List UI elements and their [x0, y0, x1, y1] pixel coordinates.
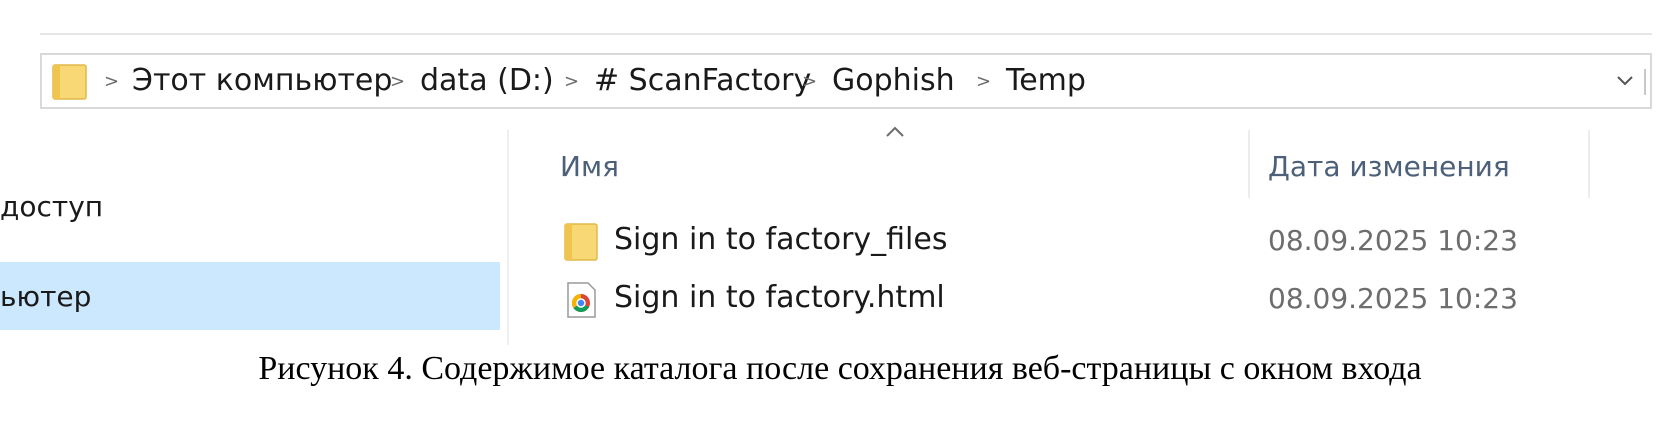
breadcrumb-separator: >	[802, 71, 818, 92]
nav-item-label: ьютер	[0, 280, 92, 313]
column-divider[interactable]	[1248, 130, 1250, 198]
pane-splitter[interactable]	[507, 130, 509, 345]
breadcrumb-gophish[interactable]: Gophish	[832, 64, 955, 98]
breadcrumb-drive-d[interactable]: data (D:)	[420, 64, 554, 98]
file-date: 08.09.2025 10:23	[1268, 282, 1518, 315]
address-bar[interactable]: > Этот компьютер > data (D:) > # ScanFac…	[40, 53, 1652, 109]
file-row[interactable]: Sign in to factory.html 08.09.2025 10:23	[560, 276, 1560, 326]
nav-item-quick-access[interactable]: доступ	[0, 190, 103, 223]
breadcrumb-separator: >	[564, 71, 580, 92]
refresh-button-edge[interactable]	[1644, 69, 1650, 95]
chrome-html-icon	[567, 282, 596, 318]
breadcrumb-scanfactory[interactable]: # ScanFactory	[594, 64, 811, 98]
folder-icon	[52, 64, 87, 100]
column-header-name[interactable]: Имя	[560, 150, 619, 183]
window-top-border	[40, 33, 1652, 35]
figure-caption: Рисунок 4. Содержимое каталога после сох…	[258, 350, 1422, 387]
file-name: Sign in to factory_files	[614, 222, 948, 257]
breadcrumb-separator: >	[976, 71, 992, 92]
sort-ascending-icon	[886, 126, 904, 137]
file-row[interactable]: Sign in to factory_files 08.09.2025 10:2…	[560, 218, 1560, 268]
nav-item-this-pc[interactable]: ьютер	[0, 262, 500, 330]
file-date: 08.09.2025 10:23	[1268, 224, 1518, 257]
file-name: Sign in to factory.html	[614, 280, 945, 315]
breadcrumb-temp[interactable]: Temp	[1006, 64, 1086, 98]
chevron-down-icon[interactable]	[1614, 69, 1636, 91]
breadcrumb-separator: >	[390, 71, 406, 92]
breadcrumb-this-pc[interactable]: Этот компьютер	[132, 64, 392, 98]
column-header-date-modified[interactable]: Дата изменения	[1268, 150, 1510, 183]
breadcrumb-separator: >	[104, 71, 120, 92]
navigation-pane: доступ ьютер	[0, 130, 500, 330]
folder-icon	[564, 223, 598, 261]
column-divider[interactable]	[1588, 130, 1590, 198]
